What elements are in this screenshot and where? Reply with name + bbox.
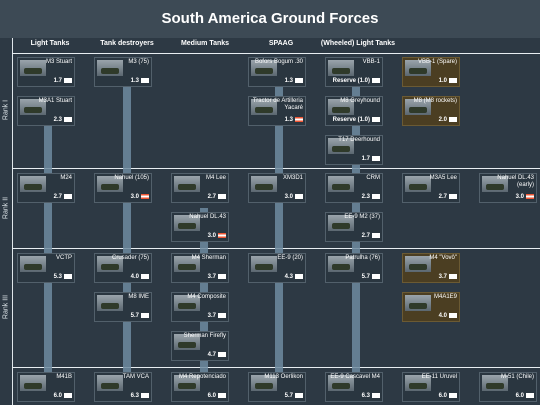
flag-icon: [526, 393, 534, 398]
premium-vehicle-card[interactable]: VBB-1 (Spare) 1.0: [402, 57, 460, 87]
premium-vehicle-card[interactable]: M4A1E9 4.0: [402, 292, 460, 322]
vehicle-card[interactable]: Patrulha (76) 5.7: [325, 253, 383, 283]
flag-icon: [64, 117, 72, 122]
vehicle-card[interactable]: M113 Oerlikon 5.7: [248, 372, 306, 402]
flag-icon: [295, 274, 303, 279]
header-wheeled-light-tanks: (Wheeled) Light Tanks: [320, 40, 396, 47]
vehicle-image: [405, 176, 431, 192]
premium-vehicle-card[interactable]: M8 (M8 rockets) 2.0: [402, 96, 460, 126]
header-tank-destroyers: Tank destroyers: [100, 40, 154, 47]
vehicle-image: [251, 256, 277, 272]
premium-vehicle-card[interactable]: M4 "Vovô" 3.7: [402, 253, 460, 283]
vehicle-card[interactable]: VCTP 5.3: [17, 253, 75, 283]
flag-icon: [372, 117, 380, 122]
flag-icon: [64, 78, 72, 83]
header-spaag: SPAAG: [268, 40, 294, 47]
header-light-tanks: Light Tanks: [30, 40, 70, 47]
vehicle-card[interactable]: M3 Stuart 1.7: [17, 57, 75, 87]
flag-icon: [449, 117, 457, 122]
flag-icon: [218, 313, 226, 318]
progression-arrow: [123, 80, 131, 380]
vehicle-card[interactable]: EE-9 (20) 4.3: [248, 253, 306, 283]
flag-icon: [449, 194, 457, 199]
vehicle-image: [405, 295, 431, 311]
vehicle-card[interactable]: M4 Composite 3.7: [171, 292, 229, 322]
vehicle-card[interactable]: XM3D1 3.0: [248, 173, 306, 203]
vehicle-image: [251, 176, 277, 192]
vehicle-card[interactable]: Nahuel DL.43 (early) 3.0: [479, 173, 537, 203]
flag-icon: [449, 393, 457, 398]
vehicle-card[interactable]: TAM VCA 6.3: [94, 372, 152, 402]
vehicle-card[interactable]: VBB-1 Reserve (1.0): [325, 57, 383, 87]
rank-label-1: Rank I: [2, 99, 10, 121]
flag-icon: [64, 274, 72, 279]
vehicle-card[interactable]: M24 2.7: [17, 173, 75, 203]
vehicle-card[interactable]: M-51 (Chile) 6.0: [479, 372, 537, 402]
flag-icon: [372, 274, 380, 279]
flag-icon: [295, 78, 303, 83]
vehicle-image: [328, 60, 354, 76]
flag-icon: [141, 274, 149, 279]
rank-label-3: Rank III: [2, 294, 10, 320]
vehicle-image: [20, 375, 46, 391]
flag-icon: [141, 313, 149, 318]
vehicle-card[interactable]: M8 IME 5.7: [94, 292, 152, 322]
vehicle-image: [97, 295, 123, 311]
vehicle-card[interactable]: EE-9 M2 (37) 2.7: [325, 212, 383, 242]
vehicle-image: [20, 256, 46, 272]
flag-icon: [295, 194, 303, 199]
flag-icon: [372, 156, 380, 161]
flag-icon: [218, 393, 226, 398]
vehicle-image: [97, 375, 123, 391]
vehicle-image: [20, 176, 46, 192]
vehicle-card[interactable]: EE-9 Cascavel M4 6.3: [325, 372, 383, 402]
vehicle-card[interactable]: Tractor de Artilleria Yacaré 1.3: [248, 96, 306, 126]
vehicle-image: [97, 60, 123, 76]
vehicle-card[interactable]: M41B 6.0: [17, 372, 75, 402]
rank-label-2: Rank II: [2, 196, 10, 219]
vehicle-image: [20, 60, 46, 76]
vehicle-card[interactable]: Crusader (75) 4.0: [94, 253, 152, 283]
vehicle-card[interactable]: M3 (75) 1.3: [94, 57, 152, 87]
vehicle-card[interactable]: Sherman Firefly 4.7: [171, 331, 229, 361]
header-medium-tanks: Medium Tanks: [180, 40, 230, 47]
vehicle-card[interactable]: EE-11 Uruvel 6.0: [402, 372, 460, 402]
vehicle-card[interactable]: M8 Greyhound Reserve (1.0): [325, 96, 383, 126]
flag-icon: [141, 393, 149, 398]
vehicle-card[interactable]: M4 Lee 2.7: [171, 173, 229, 203]
vehicle-card[interactable]: T17 Deerhound 1.7: [325, 135, 383, 165]
vehicle-card[interactable]: M3A5 Lee 2.7: [402, 173, 460, 203]
flag-icon: [141, 194, 149, 199]
vehicle-image: [174, 176, 200, 192]
flag-icon: [295, 393, 303, 398]
vehicle-card[interactable]: Bofors Bogum .30 1.3: [248, 57, 306, 87]
vehicle-card[interactable]: Nahuel (105) 3.0: [94, 173, 152, 203]
flag-icon: [141, 78, 149, 83]
vehicle-image: [328, 176, 354, 192]
vehicle-card[interactable]: M3A1 Stuart 2.3: [17, 96, 75, 126]
vehicle-card[interactable]: Nahuel DL.43 3.0: [171, 212, 229, 242]
vehicle-card[interactable]: M4 Repotenciado 6.0: [171, 372, 229, 402]
flag-icon: [218, 233, 226, 238]
flag-icon: [372, 393, 380, 398]
flag-icon: [218, 352, 226, 357]
flag-icon: [64, 393, 72, 398]
flag-icon: [372, 78, 380, 83]
flag-icon: [449, 274, 457, 279]
vehicle-image: [405, 256, 431, 272]
page-title: South America Ground Forces: [161, 10, 379, 27]
flag-icon: [449, 313, 457, 318]
flag-icon: [295, 117, 303, 122]
flag-icon: [218, 194, 226, 199]
flag-icon: [372, 194, 380, 199]
flag-icon: [449, 78, 457, 83]
vehicle-card[interactable]: M4 Sherman 3.7: [171, 253, 229, 283]
flag-icon: [218, 274, 226, 279]
flag-icon: [372, 233, 380, 238]
flag-icon: [526, 194, 534, 199]
flag-icon: [64, 194, 72, 199]
vehicle-card[interactable]: CRM 2.3: [325, 173, 383, 203]
